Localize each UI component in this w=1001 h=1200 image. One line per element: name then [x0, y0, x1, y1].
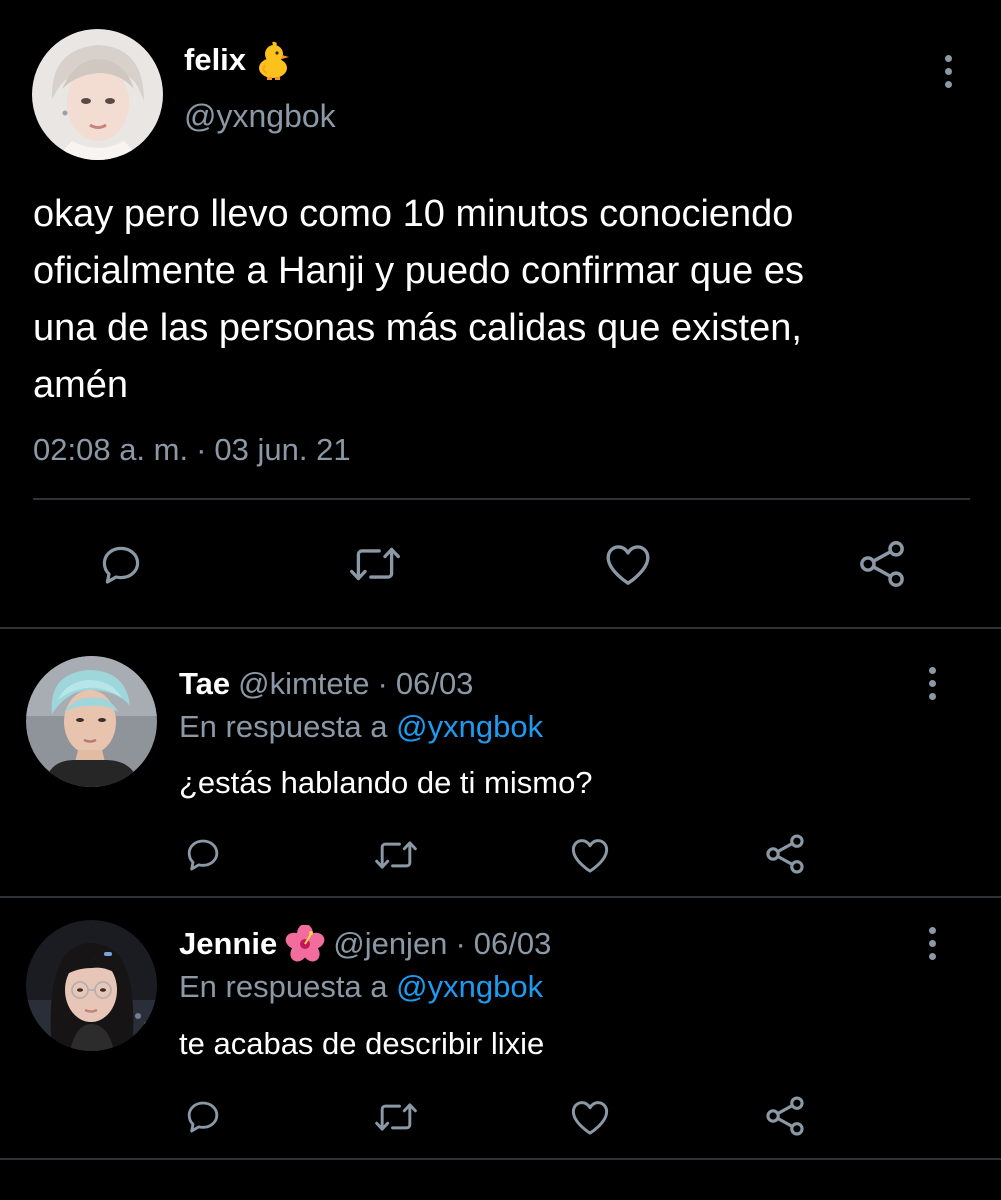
reply-icon[interactable] — [96, 539, 146, 589]
reply-context: En respuesta a @yxngbok — [179, 968, 543, 1006]
tweet-date: 03 jun. 21 — [214, 432, 351, 467]
reply-text: te acabas de describir lixie — [179, 1026, 545, 1061]
divider — [33, 498, 970, 500]
like-icon[interactable] — [568, 1096, 612, 1138]
reply-author-name[interactable]: Tae — [179, 665, 230, 703]
reply-prefix: En respuesta a — [179, 709, 388, 744]
reply-avatar[interactable] — [26, 920, 157, 1051]
reply-tweet: Jennie @jenjen · 06/03 En respuesta a @y… — [0, 898, 1001, 1160]
like-icon[interactable] — [568, 834, 612, 876]
tweet-timestamp: 02:08 a. m. · 03 jun. 21 — [33, 430, 351, 470]
share-icon[interactable] — [855, 537, 909, 591]
reply-header: Jennie @jenjen · 06/03 — [179, 924, 552, 963]
reply-author-name[interactable]: Jennie — [179, 925, 277, 963]
reply-avatar[interactable] — [26, 656, 157, 787]
reply-mention-link[interactable]: @yxngbok — [396, 969, 543, 1004]
author-name[interactable]: felix — [184, 41, 246, 79]
reply-date: 06/03 — [473, 926, 552, 961]
tweet-time: 02:08 a. m. — [33, 432, 189, 467]
reply-prefix: En respuesta a — [179, 969, 388, 1004]
reply-context: En respuesta a @yxngbok — [179, 708, 543, 746]
meta-separator: · — [196, 432, 207, 467]
like-icon[interactable] — [602, 539, 654, 589]
tweet-text: okay pero llevo como 10 minutos conocien… — [33, 193, 804, 406]
divider — [0, 1158, 1001, 1160]
reply-icon[interactable] — [182, 1095, 224, 1137]
reply-author-handle[interactable]: @kimtete — [238, 665, 369, 703]
share-icon[interactable] — [762, 831, 808, 877]
baby-chick-icon — [256, 40, 290, 80]
reply-author-handle[interactable]: @jenjen — [333, 925, 447, 963]
reply-text: ¿estás hablando de ti mismo? — [179, 765, 593, 800]
more-options-icon[interactable] — [922, 663, 942, 703]
author-name-row: felix — [184, 40, 290, 80]
reply-icon[interactable] — [182, 833, 224, 875]
reply-date: 06/03 — [395, 666, 474, 701]
more-options-icon[interactable] — [922, 923, 942, 963]
reply-tweet: Tae @kimtete · 06/03 En respuesta a @yxn… — [0, 629, 1001, 896]
retweet-icon[interactable] — [372, 1097, 420, 1137]
meta-separator: · — [377, 666, 388, 701]
author-handle[interactable]: @yxngbok — [184, 97, 336, 135]
meta-separator: · — [455, 926, 466, 961]
author-avatar[interactable] — [32, 29, 163, 160]
retweet-icon[interactable] — [347, 539, 403, 589]
retweet-icon[interactable] — [372, 835, 420, 875]
reply-header: Tae @kimtete · 06/03 — [179, 665, 473, 703]
share-icon[interactable] — [762, 1093, 808, 1139]
hibiscus-icon — [285, 924, 325, 963]
more-options-icon[interactable] — [938, 51, 958, 91]
reply-mention-link[interactable]: @yxngbok — [396, 709, 543, 744]
main-tweet: felix @yxngbok okay pero llevo como 10 m… — [0, 0, 1001, 628]
